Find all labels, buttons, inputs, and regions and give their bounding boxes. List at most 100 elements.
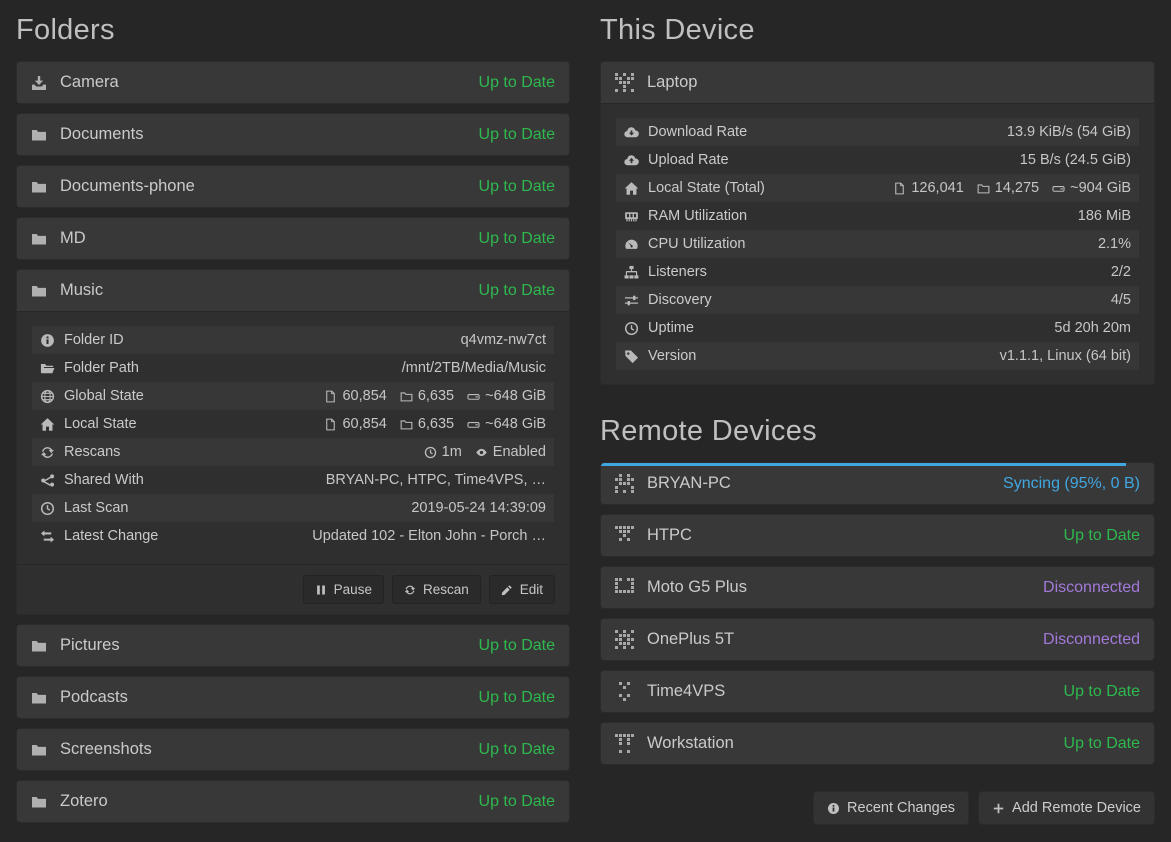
row-label: Folder Path (64, 360, 139, 376)
folder-header-music[interactable]: Music Up to Date (17, 270, 569, 311)
global-dirs: 6,635 (418, 388, 454, 404)
folder-status: Up to Date (479, 126, 555, 144)
file-icon (324, 418, 337, 431)
clock-icon (40, 501, 55, 516)
folder-header-podcasts[interactable]: Podcasts Up to Date (17, 677, 569, 718)
folder-icon (31, 127, 47, 143)
hdd-icon (467, 418, 480, 431)
folder-header-camera[interactable]: Camera Up to Date (17, 62, 569, 103)
device-name: BRYAN-PC (647, 474, 731, 493)
shared-with-value: BRYAN-PC, HTPC, Time4VPS, … (326, 472, 546, 488)
row-local-state: Local State 60,854 6,635 ~648 GiB (32, 410, 554, 438)
row-label: Local State (Total) (648, 180, 765, 196)
row-label: Upload Rate (648, 152, 729, 168)
folder-outline-icon (400, 418, 413, 431)
device-header-htpc[interactable]: HTPC Up to Date (601, 515, 1154, 556)
row-download-rate: Download Rate 13.9 KiB/s (54 GiB) (616, 118, 1139, 146)
row-rescans: Rescans 1m Enabled (32, 438, 554, 466)
folder-outline-icon (400, 390, 413, 403)
folder-header-pictures[interactable]: Pictures Up to Date (17, 625, 569, 666)
device-header-time4vps[interactable]: Time4VPS Up to Date (601, 671, 1154, 712)
this-device-details: Download Rate 13.9 KiB/s (54 GiB) Upload… (601, 103, 1154, 384)
row-label: CPU Utilization (648, 236, 746, 252)
plus-icon (992, 802, 1005, 815)
device-identicon (615, 73, 634, 92)
folder-name: Camera (60, 73, 119, 92)
row-ram: RAM Utilization 186 MiB (616, 202, 1139, 230)
tag-icon (624, 349, 639, 364)
device-status: Syncing (95%, 0 B) (1003, 475, 1140, 493)
exchange-icon (40, 529, 55, 544)
folder-open-icon (40, 361, 55, 376)
this-device-panel: Laptop Download Rate 13.9 KiB/s (54 GiB)… (600, 61, 1155, 385)
hdd-icon (467, 390, 480, 403)
device-identicon (615, 734, 634, 753)
row-shared-with: Shared With BRYAN-PC, HTPC, Time4VPS, … (32, 466, 554, 494)
row-label: Folder ID (64, 332, 124, 348)
rescan-interval: 1m (442, 444, 462, 460)
folder-status: Up to Date (479, 689, 555, 707)
device-panel-htpc: HTPC Up to Date (600, 514, 1155, 557)
folder-status: Up to Date (479, 282, 555, 300)
folder-icon (31, 690, 47, 706)
folder-panel-music: Music Up to Date Folder ID q4vmz-nw7ct F… (16, 269, 570, 615)
file-icon (324, 390, 337, 403)
row-label: Version (648, 348, 696, 364)
folder-icon (31, 283, 47, 299)
rescan-watch: Enabled (493, 444, 546, 460)
folder-header-documents[interactable]: Documents Up to Date (17, 114, 569, 155)
recent-changes-button[interactable]: Recent Changes (813, 791, 969, 825)
folder-header-md[interactable]: MD Up to Date (17, 218, 569, 259)
memory-icon (624, 209, 639, 224)
folder-header-documents-phone[interactable]: Documents-phone Up to Date (17, 166, 569, 207)
device-panel-workstation: Workstation Up to Date (600, 722, 1155, 765)
folder-name: Screenshots (60, 740, 152, 759)
edit-button[interactable]: Edit (489, 575, 555, 604)
folder-status: Up to Date (479, 793, 555, 811)
row-cpu: CPU Utilization 2.1% (616, 230, 1139, 258)
row-local-state-total: Local State (Total) 126,041 14,275 ~904 … (616, 174, 1139, 202)
folder-status: Up to Date (479, 637, 555, 655)
row-label: Global State (64, 388, 144, 404)
device-status: Up to Date (1064, 735, 1140, 753)
row-label: Last Scan (64, 500, 129, 516)
this-device-header[interactable]: Laptop (601, 62, 1154, 103)
device-header-bryan-pc[interactable]: BRYAN-PC Syncing (95%, 0 B) (601, 463, 1154, 504)
device-panel-bryan-pc: BRYAN-PC Syncing (95%, 0 B) (600, 462, 1155, 505)
folders-title: Folders (16, 14, 570, 47)
rescan-button[interactable]: Rescan (392, 575, 481, 604)
device-status: Up to Date (1064, 683, 1140, 701)
folder-header-screenshots[interactable]: Screenshots Up to Date (17, 729, 569, 770)
device-header-moto-g5-plus[interactable]: Moto G5 Plus Disconnected (601, 567, 1154, 608)
file-icon (893, 182, 906, 195)
device-panel-oneplus-5t: OnePlus 5T Disconnected (600, 618, 1155, 661)
row-label: Local State (64, 416, 137, 432)
row-last-scan: Last Scan 2019-05-24 14:39:09 (32, 494, 554, 522)
folders-section: Folders Camera Up to Date Documents Up t… (16, 10, 570, 832)
folder-icon (31, 179, 47, 195)
row-discovery: Discovery 4/5 (616, 286, 1139, 314)
row-folder-path: Folder Path /mnt/2TB/Media/Music (32, 354, 554, 382)
row-label: Discovery (648, 292, 712, 308)
pause-button[interactable]: Pause (303, 575, 384, 604)
device-header-workstation[interactable]: Workstation Up to Date (601, 723, 1154, 764)
global-files: 60,854 (342, 388, 386, 404)
folder-name: Documents (60, 125, 143, 144)
hdd-icon (1052, 182, 1065, 195)
clock-icon (424, 446, 437, 459)
info-icon (40, 333, 55, 348)
folder-panel-md: MD Up to Date (16, 217, 570, 260)
uptime-value: 5d 20h 20m (1054, 320, 1131, 336)
local-size: ~648 GiB (485, 416, 546, 432)
folder-outline-icon (977, 182, 990, 195)
folder-panel-camera: Camera Up to Date (16, 61, 570, 104)
row-label: Shared With (64, 472, 144, 488)
folder-panel-zotero: Zotero Up to Date (16, 780, 570, 823)
sitemap-icon (624, 265, 639, 280)
folder-header-zotero[interactable]: Zotero Up to Date (17, 781, 569, 822)
device-header-oneplus-5t[interactable]: OnePlus 5T Disconnected (601, 619, 1154, 660)
add-remote-device-button[interactable]: Add Remote Device (978, 791, 1155, 825)
clock-icon (624, 321, 639, 336)
row-listeners: Listeners 2/2 (616, 258, 1139, 286)
main-layout: Folders Camera Up to Date Documents Up t… (0, 0, 1171, 842)
